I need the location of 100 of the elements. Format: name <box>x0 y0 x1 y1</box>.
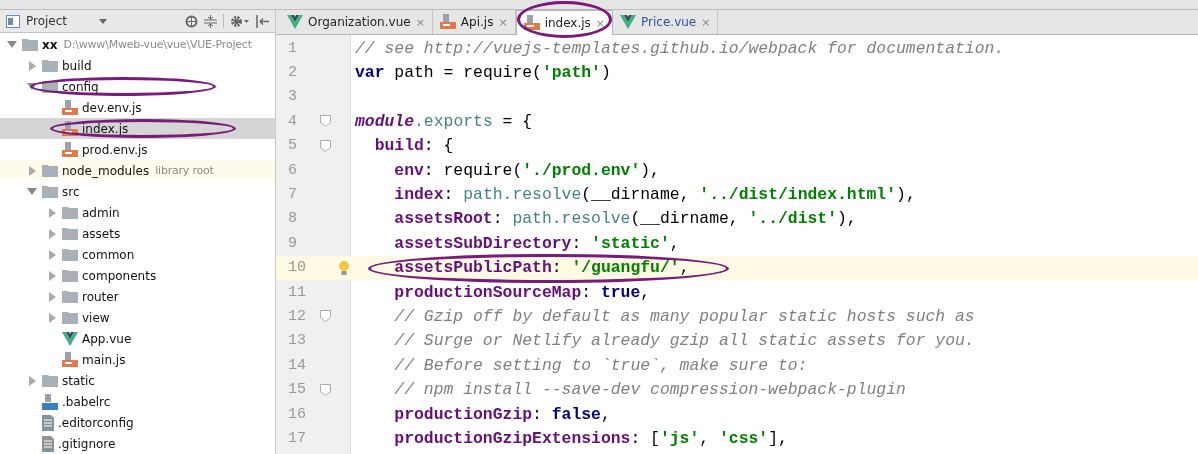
collapse-all-icon[interactable] <box>204 14 217 28</box>
code-line: // npm install --save-dev compression-webpack-plugin <box>393 380 906 400</box>
tree-item[interactable]: static <box>0 370 275 391</box>
item-name: view <box>82 310 110 325</box>
panel-title[interactable]: Project <box>26 14 68 28</box>
code-line: // Gzip off by default as many popular static hosts such as <box>393 307 975 326</box>
item-name: .editorconfig <box>58 415 134 430</box>
collapsed-arrow-icon[interactable] <box>48 270 56 281</box>
js-file-icon <box>62 141 78 158</box>
line-number: 2 <box>287 64 298 82</box>
item-name: assets <box>82 226 121 241</box>
item-name: src <box>62 184 80 199</box>
line-number: 8 <box>287 210 298 228</box>
settings-icon[interactable] <box>230 14 250 28</box>
code-line: productionGzipExtensions: ['js', 'css'], <box>393 428 788 448</box>
item-name: build <box>62 58 92 73</box>
item-name: static <box>62 373 95 388</box>
item-name: node_modules <box>62 163 150 178</box>
close-icon[interactable]: × <box>595 16 606 30</box>
line-number: 14 <box>287 356 307 374</box>
collapsed-arrow-icon[interactable] <box>48 207 56 218</box>
code-line: productionSourceMap: true, <box>393 282 651 302</box>
tree-item[interactable]: admin <box>0 202 275 223</box>
folder-icon <box>62 290 78 303</box>
collapsed-arrow-icon[interactable] <box>48 312 56 323</box>
item-name: .gitignore <box>58 436 116 451</box>
line-number: 5 <box>287 137 298 155</box>
editor-tab[interactable]: index.js × <box>515 10 614 35</box>
code-line: assetsPublicPath: '/guangfu/', <box>393 258 690 278</box>
item-name: App.vue <box>82 331 132 346</box>
collapsed-arrow-icon[interactable] <box>48 249 56 260</box>
collapsed-arrow-icon[interactable] <box>48 228 56 239</box>
fold-icon[interactable] <box>320 310 331 323</box>
tree-item[interactable]: prod.env.js <box>0 139 275 160</box>
tree-item[interactable]: App.vue <box>0 328 275 349</box>
folder-icon <box>62 227 78 240</box>
item-name: components <box>82 268 157 283</box>
tree-item[interactable]: router <box>0 286 275 307</box>
tree-item[interactable]: components <box>0 265 275 286</box>
code-line: env: require('./prod.env'), <box>393 160 660 180</box>
project-view-icon[interactable] <box>6 14 20 28</box>
fold-icon[interactable] <box>320 115 331 128</box>
line-number: 17 <box>287 429 307 447</box>
tree-item[interactable]: main.js <box>0 349 275 370</box>
code-line: // see http://vuejs-templates.github.io/webpack for documentation. <box>354 38 1005 58</box>
code-line: // Before setting to `true`, make sure to: <box>393 355 808 375</box>
line-number: 4 <box>287 112 298 130</box>
tree-item[interactable]: .editorconfig <box>0 412 275 433</box>
item-name: prod.env.js <box>82 142 148 157</box>
item-name: dev.env.js <box>82 100 142 115</box>
json-file-icon <box>42 393 58 410</box>
vue-file-icon <box>62 331 78 346</box>
item-name: router <box>82 289 119 304</box>
line-number: 9 <box>287 234 298 252</box>
tree-item[interactable]: .gitignore <box>0 433 275 454</box>
tree-item[interactable]: .babelrc <box>0 391 275 412</box>
tree-item[interactable]: config <box>0 76 275 97</box>
line-number: 11 <box>287 283 307 301</box>
collapsed-arrow-icon[interactable] <box>28 375 36 386</box>
code-line: assetsRoot: path.resolve(__dirname, '../dist'), <box>393 209 857 229</box>
collapsed-arrow-icon[interactable] <box>28 165 36 176</box>
dropdown-caret-icon[interactable] <box>99 18 108 24</box>
fold-icon[interactable] <box>320 139 331 152</box>
item-name: index.js <box>82 121 129 136</box>
folder-icon <box>42 164 58 177</box>
item-note: D:\www\Mweb-vue\vue\VUE-Project <box>63 38 252 51</box>
tree-item[interactable]: dev.env.js <box>0 97 275 118</box>
folder-icon <box>62 311 78 324</box>
line-number: 6 <box>287 161 298 179</box>
vue-file-icon <box>287 15 303 29</box>
js-file-icon <box>62 99 78 116</box>
js-file-icon <box>439 14 456 30</box>
line-number: 10 <box>287 259 307 277</box>
hide-panel-icon[interactable] <box>256 14 269 28</box>
line-number: 3 <box>287 88 298 106</box>
lightbulb-icon[interactable] <box>338 259 350 276</box>
collapsed-arrow-icon[interactable] <box>48 291 56 302</box>
tree-item[interactable]: src <box>0 181 275 202</box>
folder-icon <box>42 374 58 387</box>
tree-item[interactable]: xx D:\www\Mweb-vue\vue\VUE-Project <box>0 34 275 55</box>
line-number: 1 <box>287 39 298 57</box>
js-file-icon <box>62 351 78 368</box>
line-number: 12 <box>287 308 307 325</box>
item-name: admin <box>82 205 120 220</box>
tree-item[interactable]: view <box>0 307 275 328</box>
item-name: common <box>82 247 135 262</box>
tree-item[interactable]: index.js <box>0 118 275 139</box>
code-line: productionGzip: false, <box>393 404 611 424</box>
fold-icon[interactable] <box>320 383 331 396</box>
folder-icon <box>62 206 78 219</box>
item-name: main.js <box>82 352 126 367</box>
tree-item[interactable]: common <box>0 244 275 265</box>
tree-item[interactable]: assets <box>0 223 275 244</box>
code-line: index: path.resolve(__dirname, '../dist/index.html'), <box>393 185 916 205</box>
collapsed-arrow-icon[interactable] <box>28 60 36 71</box>
tree-item[interactable]: node_modules library root <box>0 160 275 181</box>
folder-icon <box>42 59 58 72</box>
tree-item[interactable]: build <box>0 55 275 76</box>
code-line: var path = require('path') <box>354 63 611 83</box>
locate-icon[interactable] <box>185 14 198 28</box>
